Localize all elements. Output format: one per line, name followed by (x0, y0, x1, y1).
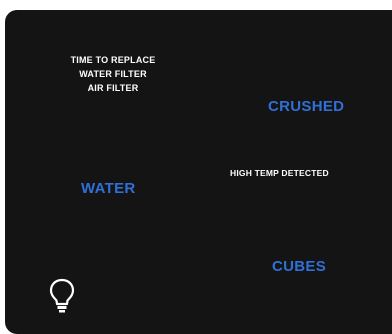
filter-replace-alert: TIME TO REPLACE WATER FILTER AIR FILTER (33, 53, 193, 95)
crushed-ice-button[interactable]: CRUSHED (268, 98, 344, 115)
lightbulb-icon[interactable] (49, 278, 75, 314)
water-button[interactable]: WATER (81, 180, 136, 197)
ice-cubes-button[interactable]: CUBES (272, 258, 326, 275)
alert-line-water-filter: WATER FILTER (79, 69, 147, 79)
control-panel: TIME TO REPLACE WATER FILTER AIR FILTER … (5, 10, 392, 334)
high-temp-status: HIGH TEMP DETECTED (230, 168, 329, 178)
alert-line-air-filter: AIR FILTER (87, 83, 139, 93)
alert-line-time-to-replace: TIME TO REPLACE (70, 55, 156, 65)
